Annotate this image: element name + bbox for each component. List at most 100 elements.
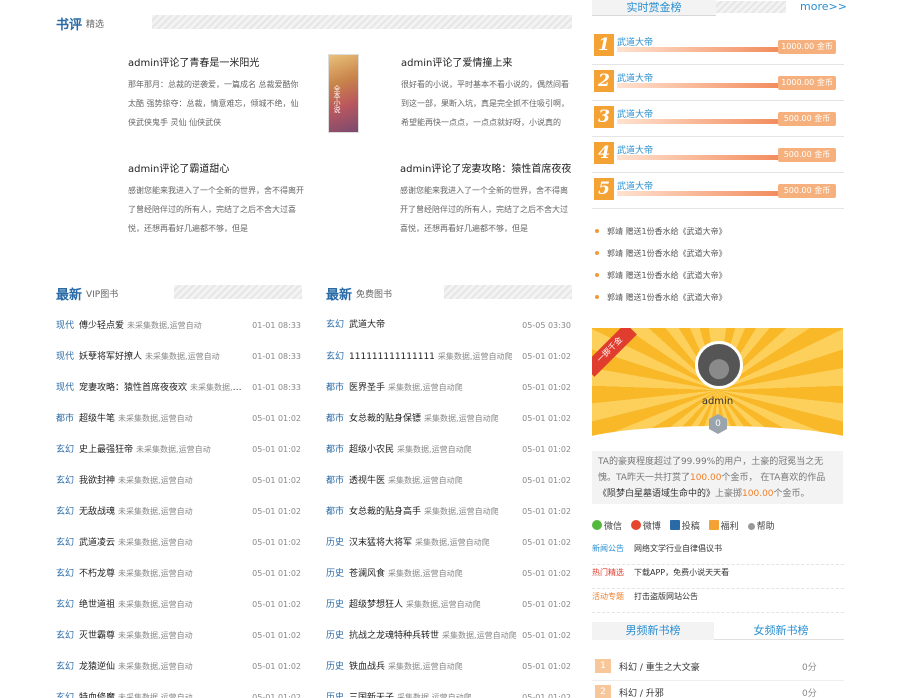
list-item[interactable]: 现代 宠妻攻略：猿性首席夜夜欢 未采集数据,运... 01-01 08:33: [56, 381, 301, 412]
avatar[interactable]: [695, 341, 743, 389]
book-cover[interactable]: 全本小说: [328, 54, 359, 133]
notice-item[interactable]: 新闻公告 网络文学行业自律倡议书: [592, 543, 844, 565]
book-title-link[interactable]: 女总裁的贴身保镖: [349, 414, 421, 424]
newbook-title-link[interactable]: 科幻 / 升邪: [619, 686, 664, 698]
list-item[interactable]: 玄幻 武道大帝 05-05 03:30: [326, 319, 571, 350]
book-title-link[interactable]: 三国新天子: [349, 693, 394, 698]
category-link[interactable]: 都市: [326, 476, 344, 486]
more-link[interactable]: more>>: [800, 0, 847, 13]
submit-link[interactable]: 投稿: [669, 520, 700, 532]
gift-feed-item[interactable]: 郭靖 赠送1份香水给《武道大帝》: [595, 292, 845, 314]
category-link[interactable]: 玄幻: [326, 320, 344, 330]
list-item[interactable]: 历史 汉末猛将大将军 采集数据,运营自动爬 05-01 01:02: [326, 536, 571, 567]
category-link[interactable]: 历史: [326, 631, 344, 641]
reward-board-tab[interactable]: 实时赏金榜: [592, 0, 716, 16]
newbook-title-link[interactable]: 科幻 / 重生之大文豪: [619, 660, 700, 673]
book-title-link[interactable]: 宠妻攻略：猿性首席夜夜欢: [79, 383, 187, 393]
book-title-link[interactable]: 武道大帝: [349, 320, 385, 330]
review-item[interactable]: 全本小说 admin评论了爱情撞上来 很好看的小说，平时基本不看小说的，偶然间看…: [328, 54, 572, 154]
tab-female-newbooks[interactable]: 女频新书榜: [720, 622, 842, 640]
list-item[interactable]: 现代 傅少轻点爱 未采集数据,运营自动 01-01 08:33: [56, 319, 301, 350]
book-title-link[interactable]: 特血修魔: [79, 693, 115, 698]
wechat-link[interactable]: 微信: [592, 520, 622, 532]
tip-book-link[interactable]: 《陨梦白星墓语域生命中的》: [598, 489, 715, 499]
gift-feed-item[interactable]: 郭靖 赠送1份香水给《武道大帝》: [595, 270, 845, 292]
list-item[interactable]: 玄幻 灭世霸尊 未采集数据,运营自动 05-01 01:02: [56, 629, 301, 660]
category-link[interactable]: 历史: [326, 600, 344, 610]
list-item[interactable]: 历史 超级梦想狂人 采集数据,运营自动爬 05-01 01:02: [326, 598, 571, 629]
book-title-link[interactable]: 龙猿逆仙: [79, 662, 115, 672]
category-link[interactable]: 历史: [326, 538, 344, 548]
reward-rank-row[interactable]: 4 武道大帝 500.00 金币: [592, 142, 844, 178]
book-title-link[interactable]: 汉末猛将大将军: [349, 538, 412, 548]
category-link[interactable]: 现代: [56, 352, 74, 362]
list-item[interactable]: 历史 三国新天子 采集数据,运营自动爬 05-01 01:02: [326, 691, 571, 698]
list-item[interactable]: 玄幻 特血修魔 未采集数据,运营自动 05-01 01:02: [56, 691, 301, 698]
book-title-link[interactable]: 武道凌云: [79, 538, 115, 548]
category-link[interactable]: 历史: [326, 569, 344, 579]
category-link[interactable]: 玄幻: [56, 631, 74, 641]
gift-feed-item[interactable]: 郭靖 赠送1份香水给《武道大帝》: [595, 226, 845, 248]
category-link[interactable]: 现代: [56, 321, 74, 331]
list-item[interactable]: 历史 抗战之龙魂特种兵转世 采集数据,运营自动爬 05-01 01:02: [326, 629, 571, 660]
help-link[interactable]: 帮助: [747, 522, 775, 532]
book-title-link[interactable]: 111111111111111: [349, 352, 435, 362]
gift-text[interactable]: 郭靖 赠送1份香水给《武道大帝》: [607, 270, 727, 281]
list-item[interactable]: 玄幻 绝世道祖 未采集数据,运营自动 05-01 01:02: [56, 598, 301, 629]
list-item[interactable]: 都市 透视牛医 采集数据,运营自动爬 05-01 01:02: [326, 474, 571, 505]
category-link[interactable]: 现代: [56, 383, 74, 393]
list-item[interactable]: 历史 铁血战兵 采集数据,运营自动爬 05-01 01:02: [326, 660, 571, 691]
reward-rank-row[interactable]: 3 武道大帝 500.00 金币: [592, 106, 844, 142]
category-link[interactable]: 都市: [326, 507, 344, 517]
gift-text[interactable]: 郭靖 赠送1份香水给《武道大帝》: [607, 292, 727, 303]
book-title-link[interactable]: 超级牛笔: [79, 414, 115, 424]
category-link[interactable]: 都市: [326, 445, 344, 455]
list-item[interactable]: 都市 超级小农民 采集数据,运营自动爬 05-01 01:02: [326, 443, 571, 474]
book-title-link[interactable]: 超级小农民: [349, 445, 394, 455]
newbook-row[interactable]: 1 科幻 / 重生之大文豪 0分: [592, 659, 844, 681]
list-item[interactable]: 都市 女总裁的贴身高手 采集数据,运营自动爬 05-01 01:02: [326, 505, 571, 536]
category-link[interactable]: 都市: [326, 383, 344, 393]
review-title[interactable]: admin评论了青春是一米阳光: [128, 54, 259, 69]
category-link[interactable]: 玄幻: [56, 600, 74, 610]
weibo-link[interactable]: 微博: [630, 520, 661, 532]
list-item[interactable]: 玄幻 史上最强狂帝 未采集数据,运营自动 05-01 01:02: [56, 443, 301, 474]
welfare-link[interactable]: 福利: [708, 520, 739, 532]
review-title[interactable]: admin评论了宠妻攻略：猿性首席夜夜: [400, 160, 571, 175]
newbook-row[interactable]: 2 科幻 / 升邪 0分: [592, 685, 844, 698]
book-title-link[interactable]: 医界圣手: [349, 383, 385, 393]
category-link[interactable]: 玄幻: [56, 507, 74, 517]
list-item[interactable]: 玄幻 无敌战魂 未采集数据,运营自动 05-01 01:02: [56, 505, 301, 536]
review-title[interactable]: admin评论了爱情撞上来: [401, 54, 512, 69]
list-item[interactable]: 历史 苍澜风食 采集数据,运营自动爬 05-01 01:02: [326, 567, 571, 598]
category-link[interactable]: 玄幻: [56, 476, 74, 486]
category-link[interactable]: 都市: [326, 414, 344, 424]
book-title-link[interactable]: 绝世道祖: [79, 600, 115, 610]
book-title-link[interactable]: 傅少轻点爱: [79, 321, 124, 331]
tycoon-username[interactable]: admin: [592, 396, 843, 407]
category-link[interactable]: 玄幻: [56, 693, 74, 698]
category-link[interactable]: 历史: [326, 693, 344, 698]
review-item[interactable]: admin评论了宠妻攻略：猿性首席夜夜 感谢您能来我进入了一个全新的世界，舍不得…: [400, 160, 572, 260]
reward-rank-row[interactable]: 2 武道大帝 1000.00 金币: [592, 70, 844, 106]
list-item[interactable]: 都市 超级牛笔 未采集数据,运营自动 05-01 01:02: [56, 412, 301, 443]
book-title-link[interactable]: 超级梦想狂人: [349, 600, 403, 610]
category-link[interactable]: 玄幻: [56, 569, 74, 579]
list-item[interactable]: 玄幻 不朽龙尊 未采集数据,运营自动 05-01 01:02: [56, 567, 301, 598]
category-link[interactable]: 玄幻: [56, 538, 74, 548]
book-title-link[interactable]: 灭世霸尊: [79, 631, 115, 641]
list-item[interactable]: 现代 妖孽将军好撩人 未采集数据,运营自动 01-01 08:33: [56, 350, 301, 381]
book-title-link[interactable]: 妖孽将军好撩人: [79, 352, 142, 362]
gift-feed-item[interactable]: 郭靖 赠送1份香水给《武道大帝》: [595, 248, 845, 270]
list-item[interactable]: 玄幻 龙猿逆仙 未采集数据,运营自动 05-01 01:02: [56, 660, 301, 691]
list-item[interactable]: 玄幻 111111111111111 采集数据,运营自动爬 05-01 01:02: [326, 350, 571, 381]
book-title-link[interactable]: 史上最强狂帝: [79, 445, 133, 455]
review-item[interactable]: admin评论了青春是一米阳光 那年那月：总裁的逆袭爱，一篇成名 总裁爱酷你太酷…: [128, 54, 308, 154]
category-link[interactable]: 玄幻: [56, 662, 74, 672]
list-item[interactable]: 玄幻 武道凌云 未采集数据,运营自动 05-01 01:02: [56, 536, 301, 567]
book-title-link[interactable]: 透视牛医: [349, 476, 385, 486]
reward-rank-row[interactable]: 5 武道大帝 500.00 金币: [592, 178, 844, 214]
book-title-link[interactable]: 抗战之龙魂特种兵转世: [349, 631, 439, 641]
review-item[interactable]: admin评论了霸道甜心 感谢您能来我进入了一个全新的世界，舍不得离开了曾经陪伴…: [128, 160, 308, 260]
reward-rank-row[interactable]: 1 武道大帝 1000.00 金币: [592, 34, 844, 70]
